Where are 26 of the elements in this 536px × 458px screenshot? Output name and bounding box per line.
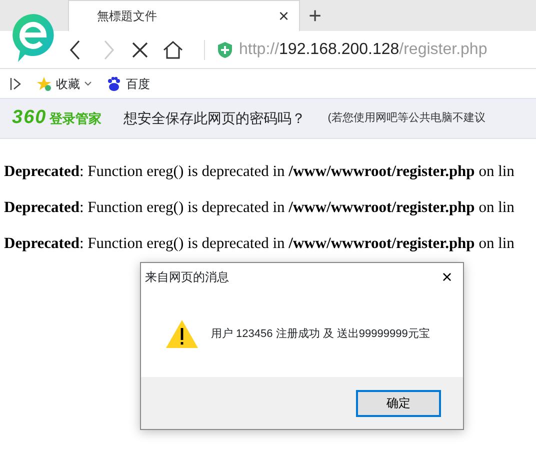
error-message: Deprecated: Function ereg() is deprecated in /www/wwwroot/register.php on lin bbox=[4, 234, 516, 254]
browser-logo bbox=[10, 12, 56, 64]
tab-close-button[interactable]: × bbox=[278, 7, 289, 25]
shield-icon bbox=[217, 40, 233, 58]
brand-name: 登录管家 bbox=[50, 110, 102, 128]
new-tab-button[interactable]: + bbox=[300, 0, 330, 31]
home-icon[interactable] bbox=[162, 38, 184, 60]
favorites-menu[interactable]: 收藏 bbox=[56, 74, 80, 92]
brand-logo: 360 bbox=[12, 106, 47, 130]
warning-icon bbox=[165, 319, 199, 349]
error-message: Deprecated: Function ereg() is deprecated in /www/wwwroot/register.php on lin bbox=[4, 198, 516, 218]
close-button[interactable]: × bbox=[431, 262, 463, 292]
paw-icon bbox=[106, 76, 122, 92]
ok-button[interactable]: 确定 bbox=[356, 390, 441, 416]
dialog-title: 来自网页的消息 bbox=[145, 269, 229, 286]
caret-icon[interactable] bbox=[84, 80, 92, 86]
address-field[interactable]: http://192.168.200.128/register.php bbox=[239, 38, 488, 62]
browser-tab-background[interactable]: 無標題文件 × bbox=[68, 0, 300, 31]
bookmark-link[interactable]: 百度 bbox=[126, 74, 150, 92]
sidebar-toggle-icon[interactable] bbox=[10, 76, 22, 90]
error-message: Deprecated: Function ereg() is deprecated in /www/wwwroot/register.php on lin bbox=[4, 162, 516, 182]
hint-text: (若您使用网吧等公共电脑不建议 bbox=[328, 110, 486, 126]
dialog-message: 用户 123456 注册成功 及 送出99999999元宝 bbox=[211, 326, 430, 342]
prompt-text: 想安全保存此网页的密码吗？ bbox=[124, 109, 306, 128]
star-icon bbox=[36, 76, 52, 92]
tab-title: 無標題文件 bbox=[97, 8, 157, 25]
